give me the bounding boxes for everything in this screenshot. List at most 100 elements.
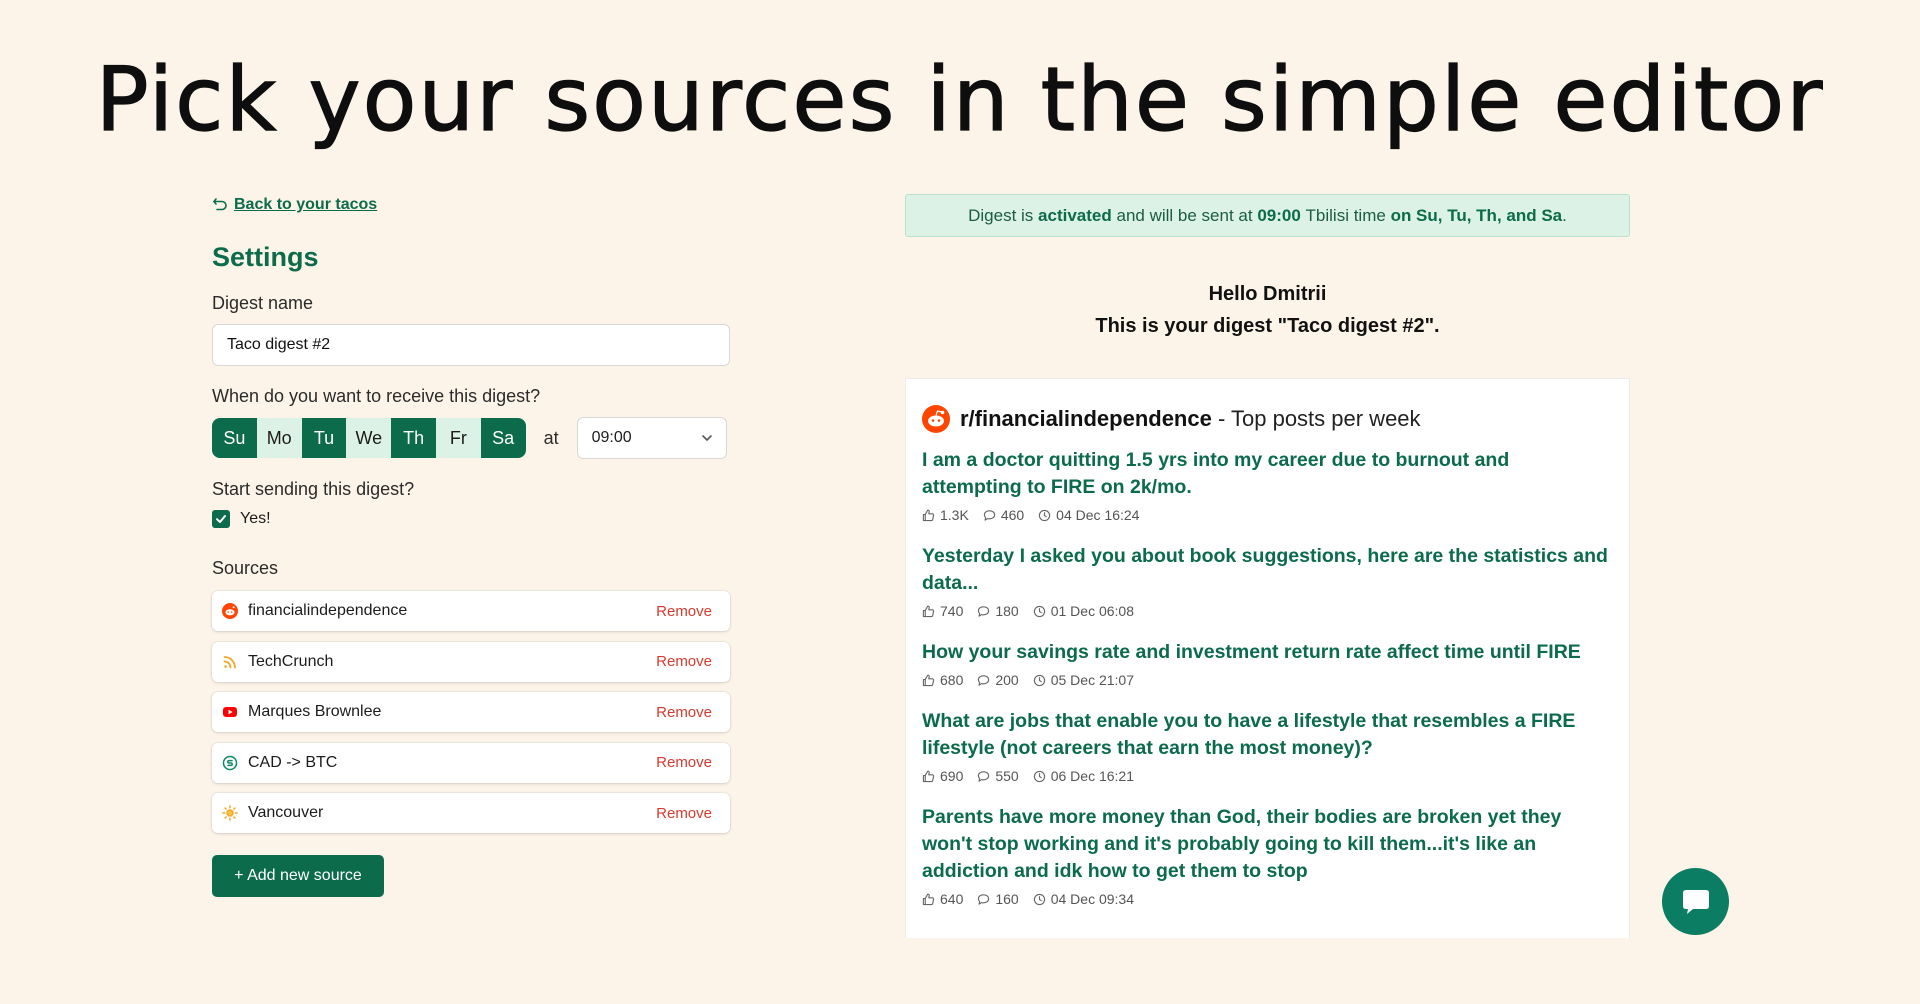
post-likes: 640 — [940, 891, 964, 907]
post-item: Yesterday I asked you about book suggest… — [922, 543, 1613, 619]
day-toggle-th[interactable]: Th — [391, 418, 436, 458]
back-link-label: Back to your tacos — [234, 196, 378, 213]
source-name: TechCrunch — [248, 652, 334, 670]
source-name: Marques Brownlee — [248, 703, 382, 720]
digest-greeting: Hello Dmitrii This is your digest "Taco … — [905, 278, 1630, 342]
post-comments: 180 — [995, 603, 1019, 619]
post-title-link[interactable]: How your savings rate and investment ret… — [922, 639, 1613, 666]
feed-subreddit[interactable]: r/financialindependence — [960, 406, 1212, 431]
post-item: How your savings rate and investment ret… — [922, 639, 1613, 688]
post-title-link[interactable]: Yesterday I asked you about book suggest… — [922, 543, 1613, 597]
schedule-row: Su Mo Tu We Th Fr Sa at 09:00 — [212, 417, 732, 459]
day-toggle-mo[interactable]: Mo — [256, 418, 302, 458]
comment-icon — [978, 674, 990, 686]
day-toggle-su[interactable]: Su — [212, 418, 257, 458]
post-comments: 550 — [995, 768, 1019, 784]
source-list: financialindependence Remove TechCrunch … — [212, 591, 732, 833]
source-name: CAD -> BTC — [248, 753, 338, 771]
post-meta: 1.3K 460 04 Dec 16:24 — [922, 507, 1613, 523]
greeting-line-2: This is your digest "Taco digest #2". — [1095, 315, 1440, 337]
thumbs-up-icon — [922, 605, 935, 617]
start-sending-checkbox-label: Yes! — [240, 510, 271, 527]
at-label: at — [543, 427, 559, 448]
sun-icon — [222, 805, 238, 821]
remove-source-button[interactable]: Remove — [656, 704, 712, 721]
back-link[interactable]: Back to your tacos — [212, 196, 732, 214]
comment-icon — [978, 893, 990, 905]
post-meta: 690 550 06 Dec 16:21 — [922, 768, 1613, 784]
thumbs-up-icon — [922, 893, 935, 905]
banner-text-1: Digest is — [968, 205, 1034, 225]
source-item: financialindependence Remove — [212, 591, 730, 631]
thumbs-up-icon — [922, 674, 935, 686]
banner-status: activated — [1038, 205, 1112, 225]
remove-source-button[interactable]: Remove — [656, 603, 712, 620]
undo-arrow-icon — [213, 198, 227, 211]
reddit-icon — [222, 603, 238, 619]
clock-icon — [1033, 893, 1045, 905]
clock-icon — [1039, 509, 1051, 521]
day-toggle-tu[interactable]: Tu — [301, 418, 347, 458]
digest-name-label: Digest name — [212, 293, 314, 313]
post-date: 01 Dec 06:08 — [1050, 603, 1135, 619]
post-comments: 200 — [995, 672, 1019, 688]
clock-icon — [1033, 674, 1045, 686]
start-sending-checkbox[interactable] — [212, 510, 230, 528]
day-toggle-we[interactable]: We — [346, 418, 392, 458]
day-toggle-fr[interactable]: Fr — [435, 418, 481, 458]
rss-icon — [222, 654, 238, 670]
reddit-icon — [922, 405, 950, 433]
post-item: Parents have more money than God, their … — [922, 804, 1613, 907]
post-date: 05 Dec 21:07 — [1050, 672, 1135, 688]
time-value: 09:00 — [591, 429, 632, 446]
remove-source-button[interactable]: Remove — [656, 805, 712, 822]
post-item: I am a doctor quitting 1.5 yrs into my c… — [922, 447, 1613, 523]
remove-source-button[interactable]: Remove — [656, 653, 712, 670]
remove-source-button[interactable]: Remove — [656, 754, 712, 771]
activation-banner: Digest is activated and will be sent at … — [905, 194, 1630, 237]
post-likes: 740 — [940, 603, 964, 619]
comment-icon — [978, 770, 990, 782]
post-date: 04 Dec 09:34 — [1050, 891, 1135, 907]
banner-text-4: . — [1562, 205, 1567, 225]
thumbs-up-icon — [922, 770, 935, 782]
clock-icon — [1033, 770, 1045, 782]
start-sending-label: Start sending this digest? — [212, 479, 415, 499]
banner-text-3: Tbilisi time — [1305, 205, 1386, 225]
chat-icon — [1682, 889, 1709, 914]
post-likes: 690 — [940, 768, 964, 784]
banner-text-2: and will be sent at — [1116, 205, 1253, 225]
feed-header: r/financialindependence - Top posts per … — [922, 405, 1613, 433]
feed-description: - Top posts per week — [1211, 406, 1421, 431]
digest-preview: r/financialindependence - Top posts per … — [905, 378, 1630, 938]
day-toggle-sa[interactable]: Sa — [480, 418, 526, 458]
day-selector: Su Mo Tu We Th Fr Sa — [212, 418, 526, 458]
post-title-link[interactable]: What are jobs that enable you to have a … — [922, 708, 1613, 762]
source-item: Marques Brownlee Remove — [212, 692, 730, 732]
source-name: Vancouver — [248, 804, 324, 821]
comment-icon — [978, 605, 990, 617]
chat-launcher-button[interactable] — [1662, 868, 1729, 935]
currency-icon — [222, 755, 238, 771]
post-item: What are jobs that enable you to have a … — [922, 708, 1613, 784]
schedule-label: When do you want to receive this digest? — [212, 386, 541, 406]
source-item: TechCrunch Remove — [212, 641, 730, 682]
source-item: CAD -> BTC Remove — [212, 742, 730, 783]
post-title-link[interactable]: Parents have more money than God, their … — [922, 804, 1613, 885]
page-headline: Pick your sources in the simple editor — [95, 47, 1825, 151]
post-title-link[interactable]: I am a doctor quitting 1.5 yrs into my c… — [922, 447, 1613, 501]
greeting-line-1: Hello Dmitrii — [1208, 283, 1327, 305]
chevron-down-icon — [701, 435, 712, 441]
source-name: financialindependence — [248, 602, 408, 619]
add-source-button[interactable]: + Add new source — [212, 855, 384, 897]
comment-icon — [983, 509, 995, 521]
youtube-icon — [222, 704, 238, 720]
check-icon — [216, 515, 226, 523]
post-comments: 160 — [995, 891, 1019, 907]
digest-name-input[interactable] — [212, 324, 730, 366]
post-meta: 740 180 01 Dec 06:08 — [922, 603, 1613, 619]
settings-panel: Back to your tacos Settings Digest name … — [212, 196, 732, 897]
post-comments: 460 — [1000, 507, 1025, 523]
clock-icon — [1033, 605, 1045, 617]
time-select[interactable]: 09:00 — [576, 417, 727, 459]
